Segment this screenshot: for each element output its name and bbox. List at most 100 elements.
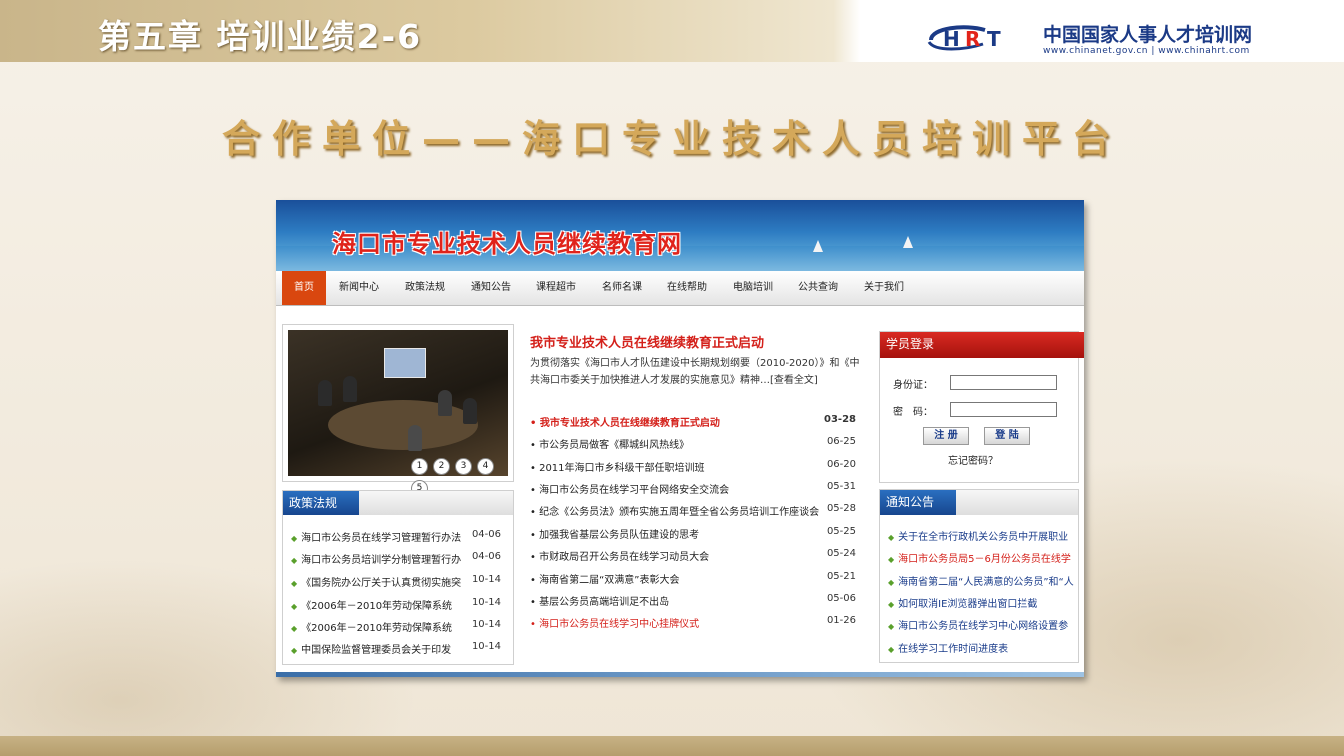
attendee xyxy=(463,398,477,424)
meeting-table xyxy=(328,400,478,450)
news-item[interactable]: • 海南省第二届“双满意”表彰大会 05-21 xyxy=(530,571,856,586)
sailboat-icon xyxy=(813,240,823,252)
slideshow: 1 2 3 45 xyxy=(282,324,514,497)
news-item-title: 我市专业技术人员在线继续教育正式启动 xyxy=(539,418,720,429)
nav-public-query[interactable]: 公共查询 xyxy=(798,271,838,305)
policy-item[interactable]: ◆ 海口市公务员在线学习管理暂行办法 04-06 xyxy=(291,529,501,544)
slide-heading: 合作单位——海口专业技术人员培训平台 xyxy=(221,117,1122,161)
policy-item-title: 海口市公务员在线学习管理暂行办法 xyxy=(301,533,462,544)
nav-computer-training[interactable]: 电脑培训 xyxy=(733,271,773,305)
policy-item[interactable]: ◆ 《国务院办公厅关于认真贯彻实施突 10-14 xyxy=(291,574,501,589)
policy-item[interactable]: ◆ 《2006年－2010年劳动保障系统 10-14 xyxy=(291,597,501,612)
slideshow-page-button[interactable]: 1 xyxy=(411,458,428,475)
headline-summary: 为贯彻落实《海口市人才队伍建设中长期规划纲要（2010-2020）》和《中共海口… xyxy=(530,358,860,386)
attendee xyxy=(408,425,422,451)
forgot-password-link[interactable]: 忘记密码？ xyxy=(948,452,998,467)
notice-item[interactable]: ◆ 海口市公务员在线学习中心网络设置参 xyxy=(888,617,1076,632)
bullet-icon: ◆ xyxy=(291,534,298,543)
attendee xyxy=(343,376,357,402)
bullet-icon: ◆ xyxy=(291,556,298,565)
svg-text:R: R xyxy=(965,27,980,51)
news-item[interactable]: • 纪念《公务员法》颁布实施五周年暨全省公务员培训工作座谈会 05-28 xyxy=(530,503,856,518)
attendee xyxy=(438,390,452,416)
nav-notice[interactable]: 通知公告 xyxy=(471,271,511,305)
login-panel: 学员登录 身份证： 密 码： 注 册 登 陆 忘记密码？ xyxy=(879,331,1084,483)
news-item[interactable]: • 海口市公务员在线学习中心挂牌仪式 01-26 xyxy=(530,615,856,630)
news-item-date: 01-26 xyxy=(826,615,856,626)
logo-text: 中国国家人事人才培训网 xyxy=(1043,24,1253,46)
nav-teachers[interactable]: 名师名课 xyxy=(602,271,642,305)
policy-item[interactable]: ◆ 《2006年－2010年劳动保障系统 10-14 xyxy=(291,619,501,634)
policy-item-title: 《2006年－2010年劳动保障系统 xyxy=(301,601,453,612)
nav-news[interactable]: 新闻中心 xyxy=(339,271,379,305)
policy-item-date: 10-14 xyxy=(471,574,501,585)
notice-panel: 通知公告 ◆ 关于在全市行政机关公务员中开展职业 ◆ 海口市公务员局5－6月份公务员… xyxy=(879,489,1079,663)
policy-item-date: 10-14 xyxy=(471,641,501,652)
slideshow-page-button[interactable]: 3 xyxy=(455,458,472,475)
notice-item[interactable]: ◆ 在线学习工作时间进度表 xyxy=(888,640,1076,655)
news-item-title: 海口市公务员在线学习中心挂牌仪式 xyxy=(539,619,700,630)
news-item[interactable]: • 2011年海口市乡科级干部任职培训班 06-20 xyxy=(530,459,856,474)
attendee xyxy=(318,380,332,406)
site-footer-strip xyxy=(276,672,1084,677)
chinahrt-logo: H R T 中国国家人事人才培训网 www.chinanet.gov.cn | … xyxy=(925,18,1315,60)
notice-panel-title: 通知公告 xyxy=(880,490,956,515)
policy-item-date: 10-14 xyxy=(471,619,501,630)
news-item-title: 市财政局召开公务员在线学习动员大会 xyxy=(539,552,710,563)
news-item-title: 海南省第二届“双满意”表彰大会 xyxy=(539,575,680,586)
register-button[interactable]: 注 册 xyxy=(923,427,969,445)
website-screenshot: 海口市专业技术人员继续教育网 首页 新闻中心 政策法规 通知公告 课程超市 名师… xyxy=(276,200,1084,677)
chapter-title: 第五章 培训业绩2-6 xyxy=(98,17,423,56)
policy-item-title: 中国保险监督管理委员会关于印发 xyxy=(301,645,452,656)
news-item[interactable]: • 加强我省基层公务员队伍建设的思考 05-25 xyxy=(530,526,856,541)
site-title: 海口市专业技术人员继续教育网 xyxy=(332,229,682,258)
policy-item[interactable]: ◆ 海口市公务员培训学分制管理暂行办 04-06 xyxy=(291,551,501,566)
nav-courses[interactable]: 课程超市 xyxy=(536,271,576,305)
notice-item[interactable]: ◆ 关于在全市行政机关公务员中开展职业 xyxy=(888,528,1076,543)
news-item-date: 05-06 xyxy=(826,593,856,604)
news-item-title: 市公务员局做客《椰城纠风热线》 xyxy=(539,440,690,451)
notice-item-title: 海口市公务员在线学习中心网络设置参 xyxy=(898,621,1069,632)
news-item[interactable]: • 市公务员局做客《椰城纠风热线》 06-25 xyxy=(530,436,856,451)
news-item-date: 03-28 xyxy=(824,414,856,425)
news-item-title: 2011年海口市乡科级干部任职培训班 xyxy=(539,463,705,474)
slideshow-page-button[interactable]: 4 xyxy=(477,458,494,475)
password-input[interactable] xyxy=(950,402,1057,417)
notice-item[interactable]: ◆ 海南省第二届“人民满意的公务员”和“人 xyxy=(888,573,1076,588)
sailboat-icon xyxy=(903,236,913,248)
bullet-icon: ◆ xyxy=(888,622,895,631)
news-item-title: 基层公务员高端培训足不出岛 xyxy=(539,597,670,608)
headline-link[interactable]: 我市专业技术人员在线继续教育正式启动 xyxy=(530,332,764,351)
nav-home[interactable]: 首页 xyxy=(282,271,326,305)
site-banner: 海口市专业技术人员继续教育网 xyxy=(276,200,1084,271)
policy-item-date: 10-14 xyxy=(471,597,501,608)
policy-item[interactable]: ◆ 中国保险监督管理委员会关于印发 10-14 xyxy=(291,641,501,656)
nav-help[interactable]: 在线帮助 xyxy=(667,271,707,305)
news-item[interactable]: • 市财政局召开公务员在线学习动员大会 05-24 xyxy=(530,548,856,563)
notice-item[interactable]: ◆ 如何取消IE浏览器弹出窗口拦截 xyxy=(888,595,1076,610)
notice-item-title: 海南省第二届“人民满意的公务员”和“人 xyxy=(898,577,1074,588)
svg-text:H: H xyxy=(943,27,960,51)
news-item[interactable]: • 基层公务员高端培训足不出岛 05-06 xyxy=(530,593,856,608)
password-label: 密 码： xyxy=(893,407,933,418)
id-input[interactable] xyxy=(950,375,1057,390)
slideshow-page-button[interactable]: 2 xyxy=(433,458,450,475)
bullet-icon: ◆ xyxy=(291,624,298,633)
news-item[interactable]: • 海口市公务员在线学习平台网络安全交流会 05-31 xyxy=(530,481,856,496)
login-button[interactable]: 登 陆 xyxy=(984,427,1030,445)
notice-item[interactable]: ◆ 海口市公务员局5－6月份公务员在线学 xyxy=(888,550,1076,565)
nav-policy[interactable]: 政策法规 xyxy=(405,271,445,305)
policy-item-date: 04-06 xyxy=(471,551,501,562)
policy-item-date: 04-06 xyxy=(471,529,501,540)
policy-item-title: 《国务院办公厅关于认真贯彻实施突 xyxy=(301,578,462,589)
news-item-date: 05-24 xyxy=(826,548,856,559)
bullet-icon: ◆ xyxy=(888,600,895,609)
bullet-icon: ◆ xyxy=(888,645,895,654)
news-item[interactable]: • 我市专业技术人员在线继续教育正式启动 03-28 xyxy=(530,414,856,429)
bullet-icon: ◆ xyxy=(888,533,895,542)
nav-about[interactable]: 关于我们 xyxy=(864,271,904,305)
news-item-date: 06-20 xyxy=(826,459,856,470)
slide-footer-bar xyxy=(0,736,1344,756)
news-item-title: 加强我省基层公务员队伍建设的思考 xyxy=(539,530,700,541)
news-item-date: 05-21 xyxy=(826,571,856,582)
